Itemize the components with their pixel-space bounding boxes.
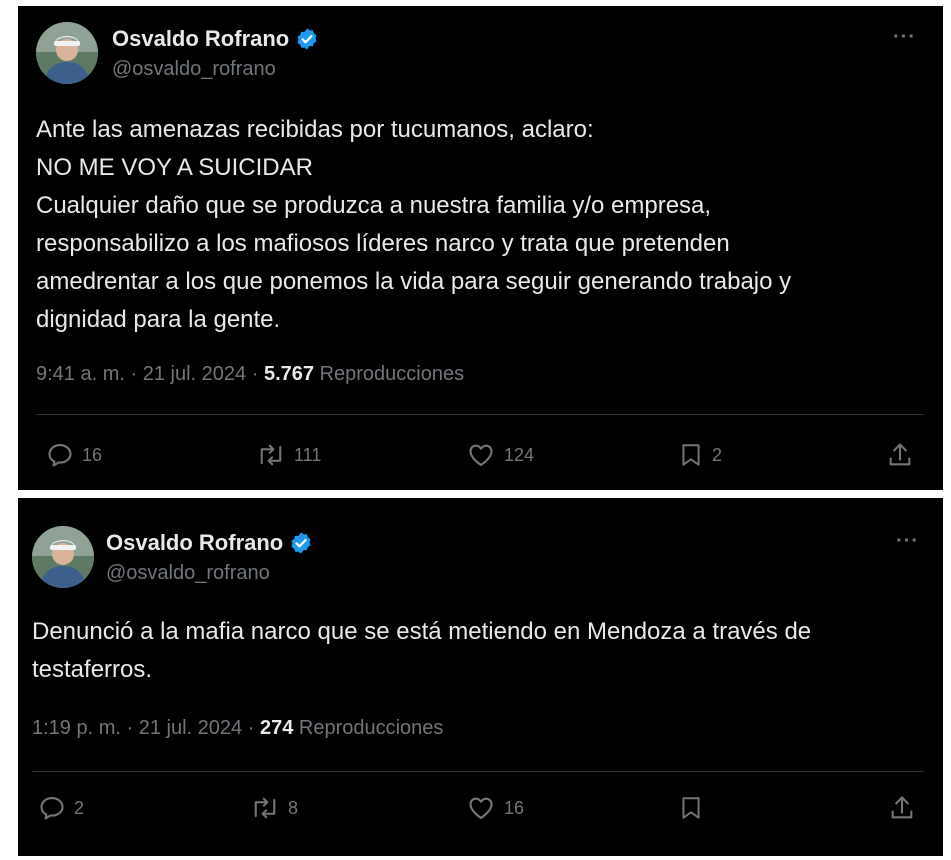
share-icon: [889, 443, 911, 466]
share-icon: [891, 796, 913, 819]
reply-icon: [40, 797, 64, 820]
verified-badge-icon: [289, 531, 313, 555]
avatar-image: [36, 22, 98, 84]
avatar-image: [32, 526, 94, 588]
bookmark-button[interactable]: 2: [678, 441, 722, 469]
reply-button[interactable]: 16: [46, 441, 102, 469]
tweet-text: Ante las amenazas recibidas por tucumano…: [36, 111, 791, 339]
views-count: 5.767: [263, 363, 315, 385]
author-display-name[interactable]: Osvaldo Rofrano: [112, 26, 289, 52]
tweet-time[interactable]: 9:41 a. m.: [36, 363, 125, 385]
tweet-text-line: testaferros.: [32, 656, 153, 683]
more-options-icon[interactable]: ···: [893, 26, 916, 49]
avatar[interactable]: [32, 526, 94, 588]
reply-count: 2: [74, 797, 85, 818]
views-label: Reproducciones: [319, 363, 465, 385]
like-button[interactable]: 16: [466, 794, 524, 822]
tweet-meta: 1:19 p. m. · 21 jul. 2024 · 274 Reproduc…: [32, 717, 443, 740]
share-button[interactable]: [888, 794, 916, 822]
tweet-date[interactable]: 21 jul. 2024: [143, 363, 246, 385]
heart-icon: [469, 444, 493, 466]
tweet-date[interactable]: 21 jul. 2024: [139, 717, 242, 739]
tweet-text-line: dignidad para la gente.: [36, 306, 281, 333]
meta-separator: ·: [247, 717, 255, 739]
bookmark-button[interactable]: [678, 794, 712, 822]
reply-button[interactable]: 2: [38, 794, 84, 822]
author-display-name[interactable]: Osvaldo Rofrano: [106, 530, 283, 556]
tweet-text-line: NO ME VOY A SUICIDAR: [36, 154, 313, 181]
heart-icon: [469, 797, 493, 819]
author-handle[interactable]: @osvaldo_rofrano: [106, 562, 270, 585]
retweet-count: 8: [288, 797, 299, 818]
reply-count: 16: [82, 444, 103, 465]
views-count: 274: [259, 717, 294, 739]
like-button[interactable]: 124: [466, 441, 534, 469]
verified-badge-icon: [295, 27, 319, 51]
retweet-count: 111: [294, 444, 322, 465]
bookmark-icon: [682, 797, 700, 819]
more-options-icon[interactable]: ···: [896, 530, 919, 553]
meta-separator: ·: [130, 363, 138, 385]
tweet-card[interactable]: Osvaldo Rofrano @osvaldo_rofrano ··· Den…: [18, 498, 943, 856]
tweet-time[interactable]: 1:19 p. m.: [32, 717, 121, 739]
meta-separator: ·: [251, 363, 259, 385]
tweet-text-line: Cualquier daño que se produzca a nuestra…: [36, 192, 712, 219]
retweet-button[interactable]: 8: [250, 794, 298, 822]
divider: [36, 414, 924, 415]
retweet-icon: [254, 797, 276, 819]
tweet-card[interactable]: Osvaldo Rofrano @osvaldo_rofrano ··· Ant…: [18, 6, 943, 490]
meta-separator: ·: [126, 717, 134, 739]
tweet-text: Denunció a la mafia narco que se está me…: [32, 613, 811, 689]
bookmark-count: 2: [712, 444, 723, 465]
bookmark-icon: [682, 444, 700, 466]
reply-icon: [48, 444, 72, 467]
avatar[interactable]: [36, 22, 98, 84]
views-label: Reproducciones: [298, 717, 444, 739]
tweet-meta: 9:41 a. m. · 21 jul. 2024 · 5.767 Reprod…: [36, 363, 464, 386]
tweet-text-line: Ante las amenazas recibidas por tucumano…: [36, 116, 594, 143]
share-button[interactable]: [886, 441, 914, 469]
tweet-text-line: responsabilizo a los mafiosos líderes na…: [36, 230, 730, 257]
retweet-icon: [260, 444, 282, 466]
tweet-text-line: Denunció a la mafia narco que se está me…: [32, 618, 812, 645]
author-handle[interactable]: @osvaldo_rofrano: [112, 58, 276, 81]
divider: [32, 771, 924, 772]
like-count: 16: [504, 797, 525, 818]
retweet-button[interactable]: 111: [256, 441, 321, 469]
like-count: 124: [504, 444, 535, 465]
tweet-text-line: amedrentar a los que ponemos la vida par…: [36, 268, 792, 295]
